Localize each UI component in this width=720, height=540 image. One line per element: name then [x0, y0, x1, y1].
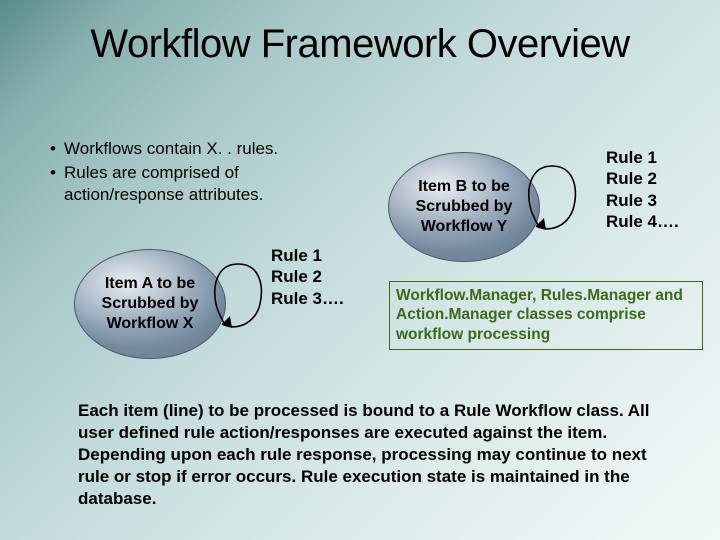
item-a-node: Item A to be Scrubbed by Workflow X: [74, 249, 226, 359]
footer-paragraph: Each item (line) to be processed is boun…: [78, 400, 650, 510]
item-a-ellipse: Item A to be Scrubbed by Workflow X: [74, 249, 226, 359]
rule-line: Rule 3….: [271, 288, 344, 309]
bullet-item: • Rules are comprised of action/response…: [42, 162, 362, 206]
bullet-dot-icon: •: [42, 162, 64, 206]
bullet-dot-icon: •: [42, 138, 64, 160]
rules-list-a: Rule 1 Rule 2 Rule 3….: [271, 245, 344, 309]
manager-callout: Workflow.Manager, Rules.Manager and Acti…: [389, 281, 703, 350]
rule-line: Rule 2: [606, 168, 679, 189]
page-title: Workflow Framework Overview: [0, 0, 720, 67]
bullet-text: Workflows contain X. . rules.: [64, 138, 278, 160]
item-b-line: Workflow Y: [416, 217, 513, 237]
bullet-list: • Workflows contain X. . rules. • Rules …: [42, 138, 362, 208]
rule-line: Rule 2: [271, 266, 344, 287]
rules-list-b: Rule 1 Rule 2 Rule 3 Rule 4….: [606, 147, 679, 232]
rule-line: Rule 3: [606, 190, 679, 211]
item-b-node: Item B to be Scrubbed by Workflow Y: [388, 152, 540, 262]
item-a-line: Workflow X: [102, 314, 199, 334]
item-a-line: Item A to be: [102, 274, 199, 294]
rule-line: Rule 1: [271, 245, 344, 266]
bullet-item: • Workflows contain X. . rules.: [42, 138, 362, 160]
rule-line: Rule 4….: [606, 211, 679, 232]
cycle-arrow-icon: [210, 258, 266, 338]
rule-line: Rule 1: [606, 147, 679, 168]
bullet-text: Rules are comprised of action/response a…: [64, 162, 362, 206]
item-b-line: Item B to be: [416, 177, 513, 197]
cycle-arrow-icon: [524, 160, 580, 240]
item-a-line: Scrubbed by: [102, 294, 199, 314]
item-b-line: Scrubbed by: [416, 197, 513, 217]
item-b-ellipse: Item B to be Scrubbed by Workflow Y: [388, 152, 540, 262]
